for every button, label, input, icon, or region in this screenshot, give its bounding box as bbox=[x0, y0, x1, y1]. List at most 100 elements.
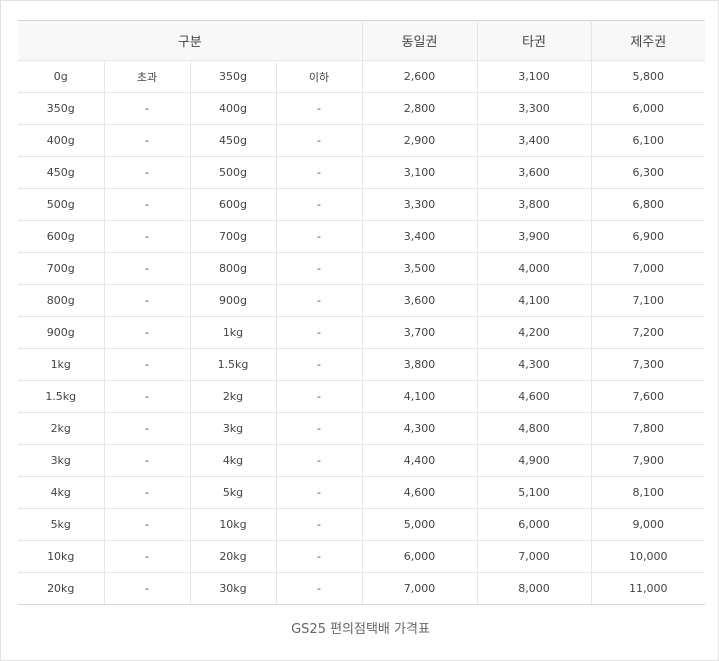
to-qualifier-cell: - bbox=[275, 380, 363, 413]
price-jeju-region-cell: 7,900 bbox=[590, 444, 706, 477]
from-qualifier-cell: - bbox=[103, 188, 191, 221]
to-qualifier-cell: - bbox=[275, 220, 363, 253]
table-row: 450g -500g -3,100 3,600 6,300 bbox=[18, 156, 706, 189]
weight-to-cell: 1kg bbox=[189, 316, 277, 349]
price-jeju-region-cell: 10,000 bbox=[590, 540, 706, 573]
weight-from-cell: 900g bbox=[18, 316, 105, 349]
price-other-region-cell: 4,100 bbox=[476, 284, 592, 317]
table-body: 0g 초과 350g 이하 2,600 3,100 5,800 350g -400g -2,800… bbox=[18, 60, 706, 605]
table-row: 0g 초과 350g 이하 2,600 3,100 5,800 bbox=[18, 60, 706, 93]
weight-to-cell: 800g bbox=[189, 252, 277, 285]
from-qualifier-cell: - bbox=[103, 348, 191, 381]
table-row: 600g -700g -3,400 3,900 6,900 bbox=[18, 220, 706, 253]
price-other-region-cell: 4,900 bbox=[476, 444, 592, 477]
to-qualifier-cell: 이하 bbox=[275, 60, 363, 93]
from-qualifier-cell: - bbox=[103, 380, 191, 413]
weight-to-cell: 700g bbox=[189, 220, 277, 253]
table-row: 20kg -30kg -7,000 8,000 11,000 bbox=[18, 572, 706, 605]
to-qualifier-cell: - bbox=[275, 92, 363, 125]
price-other-region-cell: 4,300 bbox=[476, 348, 592, 381]
from-qualifier-cell: - bbox=[103, 476, 191, 509]
to-qualifier-cell: - bbox=[275, 124, 363, 157]
header-category: 구분 bbox=[18, 20, 363, 61]
header-jeju-region: 제주권 bbox=[590, 20, 706, 61]
table-row: 10kg -20kg -6,000 7,000 10,000 bbox=[18, 540, 706, 573]
table-row: 350g -400g -2,800 3,300 6,000 bbox=[18, 92, 706, 125]
to-qualifier-cell: - bbox=[275, 188, 363, 221]
price-same-region-cell: 7,000 bbox=[361, 572, 478, 605]
weight-to-cell: 350g bbox=[189, 60, 277, 93]
table-row: 800g -900g -3,600 4,100 7,100 bbox=[18, 284, 706, 317]
price-other-region-cell: 7,000 bbox=[476, 540, 592, 573]
weight-from-cell: 600g bbox=[18, 220, 105, 253]
header-same-region: 동일권 bbox=[361, 20, 478, 61]
weight-to-cell: 3kg bbox=[189, 412, 277, 445]
table-row: 900g -1kg -3,700 4,200 7,200 bbox=[18, 316, 706, 349]
to-qualifier-cell: - bbox=[275, 412, 363, 445]
to-qualifier-cell: - bbox=[275, 284, 363, 317]
weight-from-cell: 5kg bbox=[18, 508, 105, 541]
to-qualifier-cell: - bbox=[275, 252, 363, 285]
from-qualifier-cell: - bbox=[103, 284, 191, 317]
header-row: 구분 동일권 타권 제주권 bbox=[18, 20, 706, 61]
weight-to-cell: 5kg bbox=[189, 476, 277, 509]
weight-from-cell: 4kg bbox=[18, 476, 105, 509]
price-same-region-cell: 4,300 bbox=[361, 412, 478, 445]
price-other-region-cell: 3,300 bbox=[476, 92, 592, 125]
weight-from-cell: 0g bbox=[18, 60, 105, 93]
to-qualifier-cell: - bbox=[275, 476, 363, 509]
to-qualifier-cell: - bbox=[275, 444, 363, 477]
from-qualifier-cell: - bbox=[103, 156, 191, 189]
from-qualifier-cell: 초과 bbox=[103, 60, 191, 93]
price-same-region-cell: 2,600 bbox=[361, 60, 478, 93]
table-row: 500g -600g -3,300 3,800 6,800 bbox=[18, 188, 706, 221]
price-same-region-cell: 2,800 bbox=[361, 92, 478, 125]
weight-from-cell: 450g bbox=[18, 156, 105, 189]
table-row: 3kg -4kg -4,400 4,900 7,900 bbox=[18, 444, 706, 477]
price-other-region-cell: 8,000 bbox=[476, 572, 592, 605]
table-caption: GS25 편의점택배 가격표 bbox=[291, 622, 430, 637]
from-qualifier-cell: - bbox=[103, 252, 191, 285]
from-qualifier-cell: - bbox=[103, 444, 191, 477]
from-qualifier-cell: - bbox=[103, 92, 191, 125]
price-same-region-cell: 3,500 bbox=[361, 252, 478, 285]
price-jeju-region-cell: 6,800 bbox=[590, 188, 706, 221]
content-frame: 구분 동일권 타권 제주권 0g 초과 350g 이하 2,600 3,100 5,800 3… bbox=[0, 0, 719, 661]
from-qualifier-cell: - bbox=[103, 572, 191, 605]
price-other-region-cell: 3,900 bbox=[476, 220, 592, 253]
weight-to-cell: 1.5kg bbox=[189, 348, 277, 381]
price-jeju-region-cell: 7,300 bbox=[590, 348, 706, 381]
table-row: 1kg -1.5kg -3,800 4,300 7,300 bbox=[18, 348, 706, 381]
weight-from-cell: 1kg bbox=[18, 348, 105, 381]
price-same-region-cell: 3,100 bbox=[361, 156, 478, 189]
price-jeju-region-cell: 11,000 bbox=[590, 572, 706, 605]
price-other-region-cell: 3,400 bbox=[476, 124, 592, 157]
table-row: 1.5kg -2kg -4,100 4,600 7,600 bbox=[18, 380, 706, 413]
weight-from-cell: 700g bbox=[18, 252, 105, 285]
to-qualifier-cell: - bbox=[275, 156, 363, 189]
price-other-region-cell: 6,000 bbox=[476, 508, 592, 541]
price-same-region-cell: 3,300 bbox=[361, 188, 478, 221]
price-jeju-region-cell: 7,800 bbox=[590, 412, 706, 445]
to-qualifier-cell: - bbox=[275, 540, 363, 573]
to-qualifier-cell: - bbox=[275, 508, 363, 541]
from-qualifier-cell: - bbox=[103, 508, 191, 541]
from-qualifier-cell: - bbox=[103, 540, 191, 573]
weight-to-cell: 400g bbox=[189, 92, 277, 125]
price-other-region-cell: 4,000 bbox=[476, 252, 592, 285]
weight-from-cell: 10kg bbox=[18, 540, 105, 573]
price-same-region-cell: 3,400 bbox=[361, 220, 478, 253]
weight-from-cell: 800g bbox=[18, 284, 105, 317]
weight-to-cell: 10kg bbox=[189, 508, 277, 541]
price-same-region-cell: 4,400 bbox=[361, 444, 478, 477]
table-row: 5kg -10kg -5,000 6,000 9,000 bbox=[18, 508, 706, 541]
weight-to-cell: 450g bbox=[189, 124, 277, 157]
weight-from-cell: 1.5kg bbox=[18, 380, 105, 413]
weight-from-cell: 350g bbox=[18, 92, 105, 125]
from-qualifier-cell: - bbox=[103, 124, 191, 157]
price-same-region-cell: 5,000 bbox=[361, 508, 478, 541]
weight-from-cell: 500g bbox=[18, 188, 105, 221]
to-qualifier-cell: - bbox=[275, 348, 363, 381]
price-other-region-cell: 3,600 bbox=[476, 156, 592, 189]
price-same-region-cell: 3,800 bbox=[361, 348, 478, 381]
